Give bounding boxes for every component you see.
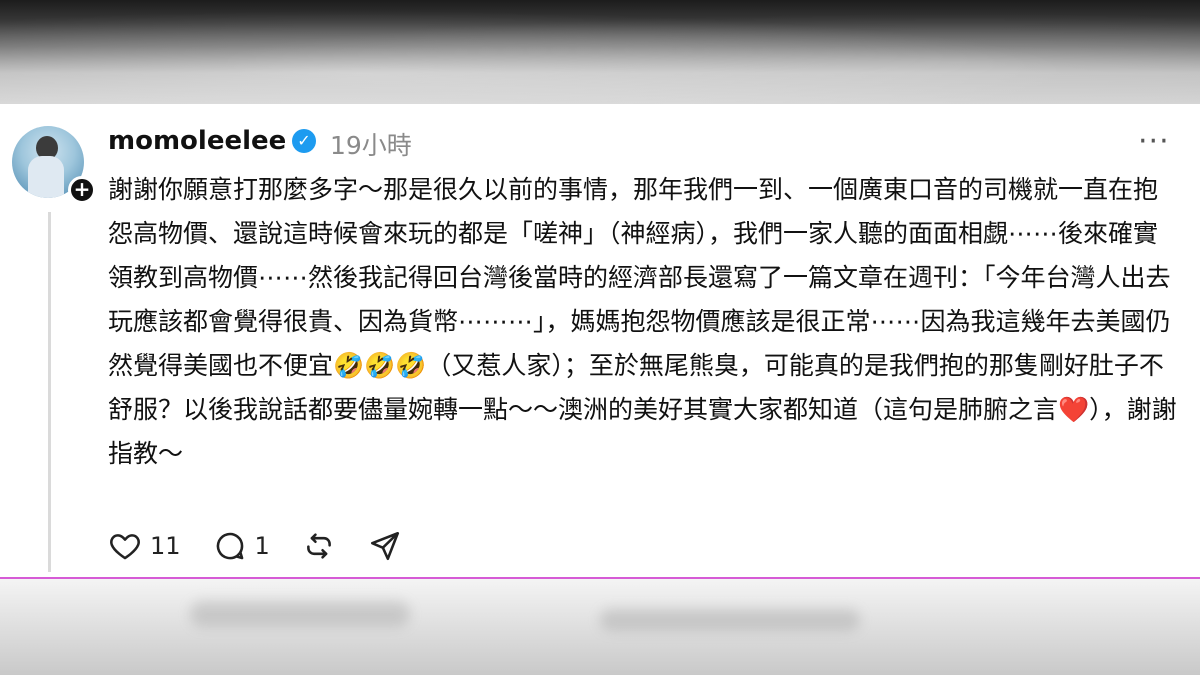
reply-count: 1 [254,532,270,560]
share-button[interactable] [368,529,402,563]
blurred-bottom-background [0,579,1200,675]
verified-icon: ✓ [292,129,316,153]
avatar-container[interactable]: + [12,126,96,204]
repost-icon [306,533,331,559]
blurred-top-background [0,0,1200,104]
comment-icon [216,532,243,560]
blur-smudge [190,601,410,627]
more-icon[interactable]: ··· [1138,127,1170,157]
like-button[interactable]: 11 [108,529,181,563]
action-bar: 11 1 [108,526,434,566]
avatar-body [28,156,64,198]
timestamp[interactable]: 19小時 [330,126,412,162]
blur-smudge [600,609,860,631]
like-count: 11 [150,532,181,560]
post-text: 謝謝你願意打那麼多字～那是很久以前的事情，那年我們一到、一個廣東口音的司機就一直… [108,175,1177,468]
heart-icon [110,534,140,560]
reply-button[interactable]: 1 [213,529,270,563]
repost-button[interactable] [302,529,336,563]
thread-line [48,212,51,572]
plus-icon[interactable]: + [68,176,96,204]
username[interactable]: momoleelee [108,126,286,156]
share-icon [370,531,399,561]
